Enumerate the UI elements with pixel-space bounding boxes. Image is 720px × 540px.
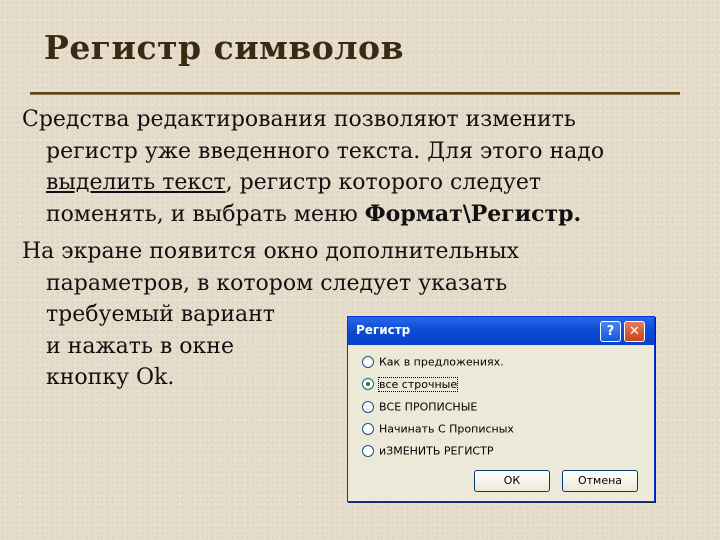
- para1-line-4: поменять, и выбрать меню Формат\Регистр.: [22, 199, 712, 231]
- option-toggle-case[interactable]: иЗМЕНИТЬ РЕГИСТР: [362, 444, 493, 460]
- case-dialog: Регистр ? ✕ Как в предложениях. все стро…: [347, 316, 655, 502]
- option-label: все строчные: [377, 376, 459, 392]
- radio-title-case[interactable]: [362, 423, 374, 435]
- dialog-titlebar[interactable]: Регистр ? ✕: [348, 317, 654, 345]
- dialog-title: Регистр: [356, 323, 411, 337]
- option-label: ВСЕ ПРОПИСНЫЕ: [379, 400, 478, 414]
- ok-button[interactable]: ОК: [474, 470, 550, 492]
- option-label: иЗМЕНИТЬ РЕГИСТР: [379, 444, 494, 458]
- option-sentence-case[interactable]: Как в предложениях.: [362, 355, 504, 371]
- radio-lowercase[interactable]: [362, 378, 374, 390]
- menu-path-format-case: Формат\Регистр.: [364, 200, 582, 227]
- paragraph-1: Средства редактирования позволяют измени…: [22, 104, 712, 230]
- option-title-case[interactable]: Начинать С Прописных: [362, 422, 514, 438]
- select-text-underlined: выделить текст: [46, 170, 226, 195]
- option-label: Как в предложениях.: [379, 355, 504, 369]
- title-divider: [30, 92, 680, 95]
- para1-line-1: Средства редактирования позволяют измени…: [22, 107, 576, 132]
- para1-line-3: выделить текст, регистр которого следует: [22, 167, 712, 199]
- para1-line-3-rest: , регистр которого следует: [225, 170, 542, 195]
- close-button[interactable]: ✕: [624, 321, 645, 342]
- option-uppercase[interactable]: ВСЕ ПРОПИСНЫЕ: [362, 400, 477, 416]
- radio-uppercase[interactable]: [362, 401, 374, 413]
- option-label: Начинать С Прописных: [379, 422, 514, 436]
- para2-line-2: параметров, в котором следует указать: [46, 270, 508, 296]
- slide-title: Регистр символов: [44, 28, 404, 67]
- radio-sentence-case[interactable]: [362, 356, 374, 368]
- para1-line-2: регистр уже введенного текста. Для этого…: [46, 138, 605, 164]
- option-lowercase[interactable]: все строчные: [362, 376, 459, 393]
- para1-line-4-pre: поменять, и выбрать меню: [46, 201, 365, 227]
- para2-line-1: На экране появится окно дополнительных: [22, 239, 520, 264]
- radio-toggle-case[interactable]: [362, 445, 374, 457]
- help-button[interactable]: ?: [600, 321, 621, 342]
- cancel-button[interactable]: Отмена: [562, 470, 638, 492]
